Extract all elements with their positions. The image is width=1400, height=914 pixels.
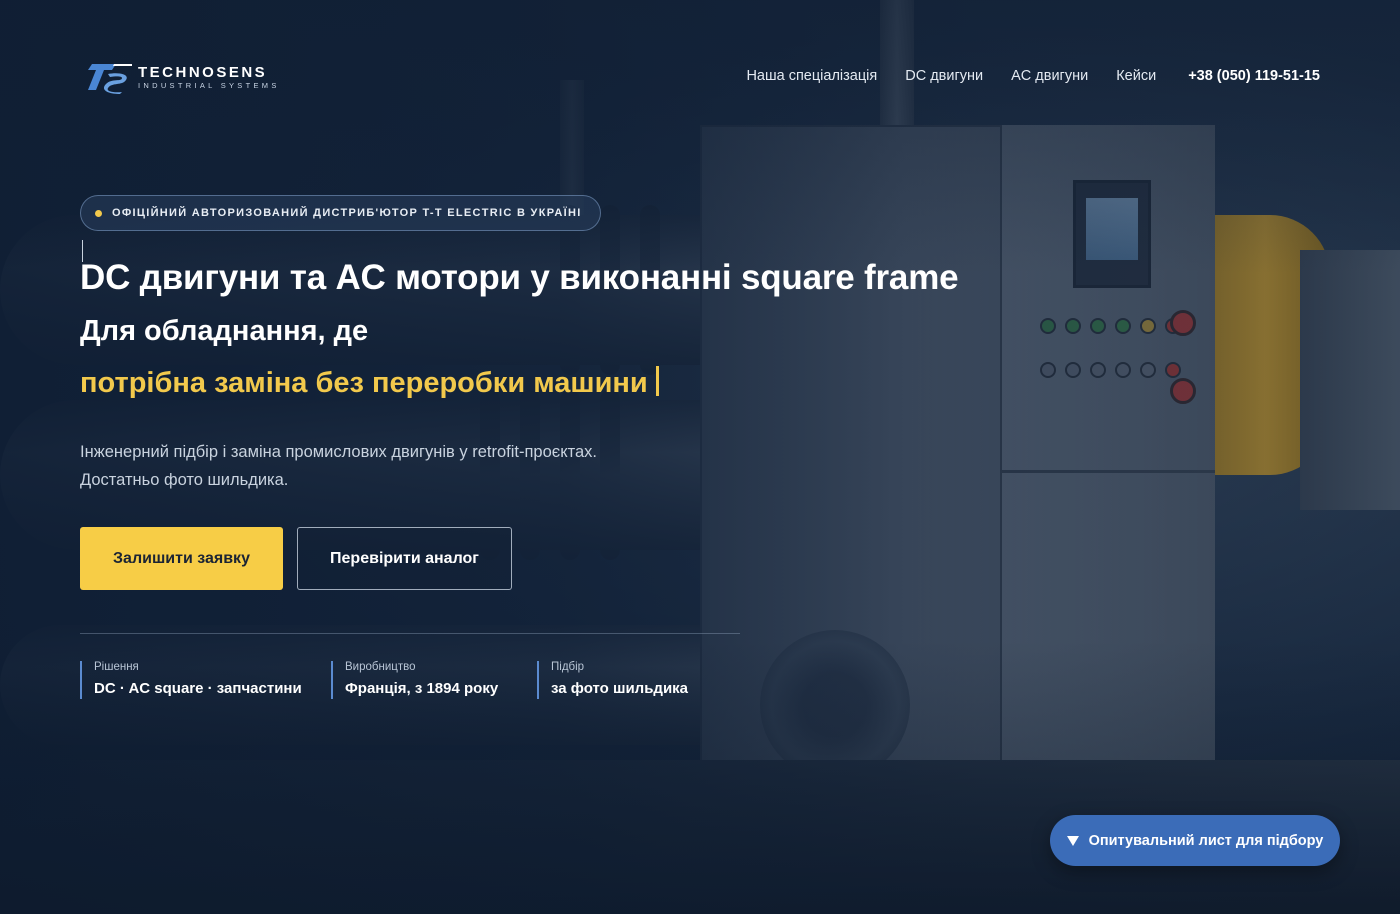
stat-solutions: Рішення DC · AC square · запчастини xyxy=(80,661,302,699)
stat-value: Франція, з 1894 року xyxy=(345,680,499,697)
logo-name: TECHNOSENS xyxy=(138,63,268,81)
nav-item-specialization[interactable]: Наша спеціалізація xyxy=(746,68,877,84)
main-nav: Наша спеціалізація DC двигуни AC двигуни… xyxy=(746,68,1320,84)
logo-tagline: INDUSTRIAL SYSTEMS xyxy=(138,80,280,90)
typing-caret-icon xyxy=(655,366,659,396)
hero-title: DC двигуни та AC мотори у виконанні squa… xyxy=(80,258,959,297)
submit-request-button[interactable]: Залишити заявку xyxy=(80,527,283,590)
phone-link[interactable]: +38 (050) 119-51-15 xyxy=(1188,68,1320,84)
stat-production: Виробництво Франція, з 1894 року xyxy=(331,661,498,699)
triangle-down-icon xyxy=(1066,835,1079,846)
badge-text: ОФІЦІЙНИЙ АВТОРИЗОВАНИЙ ДИСТРИБ'ЮТОР T-T… xyxy=(112,207,582,219)
stat-value: за фото шильдика xyxy=(551,680,689,697)
stat-value: DC · AC square · запчастини xyxy=(94,680,302,697)
hero-highlight: потрібна заміна без переробки машини xyxy=(80,366,659,400)
logo-text: TECHNOSENS INDUSTRIAL SYSTEMS xyxy=(138,65,280,90)
stat-label: Виробництво xyxy=(345,661,416,673)
stat-selection: Підбір за фото шильдика xyxy=(537,661,688,699)
nav-item-dc-motors[interactable]: DC двигуни xyxy=(905,68,983,84)
hero-subtitle: Для обладнання, де xyxy=(80,315,369,347)
site-header: TECHNOSENS INDUSTRIAL SYSTEMS Наша спеці… xyxy=(0,0,1400,150)
nav-item-ac-motors[interactable]: AC двигуни xyxy=(1011,68,1088,84)
stats-divider xyxy=(80,633,740,634)
hero-description-line1: Інженерний підбір і заміна промислових д… xyxy=(80,443,597,461)
badge-dot-icon xyxy=(95,209,102,217)
logo[interactable]: TECHNOSENS INDUSTRIAL SYSTEMS xyxy=(86,60,280,94)
survey-button-label: Опитувальний лист для підбору xyxy=(1088,832,1324,849)
hero-description: Інженерний підбір і заміна промислових д… xyxy=(80,438,597,494)
stat-label: Рішення xyxy=(94,661,139,673)
check-analog-button[interactable]: Перевірити аналог xyxy=(297,527,512,590)
logo-mark-icon xyxy=(88,64,132,94)
hero-description-line2: Достатньо фото шильдика. xyxy=(80,471,289,489)
distributor-badge: ОФІЦІЙНИЙ АВТОРИЗОВАНИЙ ДИСТРИБ'ЮТОР T-T… xyxy=(80,195,601,231)
hero-highlight-text: потрібна заміна без переробки машини xyxy=(80,367,648,399)
nav-item-cases[interactable]: Кейси xyxy=(1116,68,1156,84)
survey-button[interactable]: Опитувальний лист для підбору xyxy=(1050,815,1340,866)
stat-label: Підбір xyxy=(551,661,585,673)
